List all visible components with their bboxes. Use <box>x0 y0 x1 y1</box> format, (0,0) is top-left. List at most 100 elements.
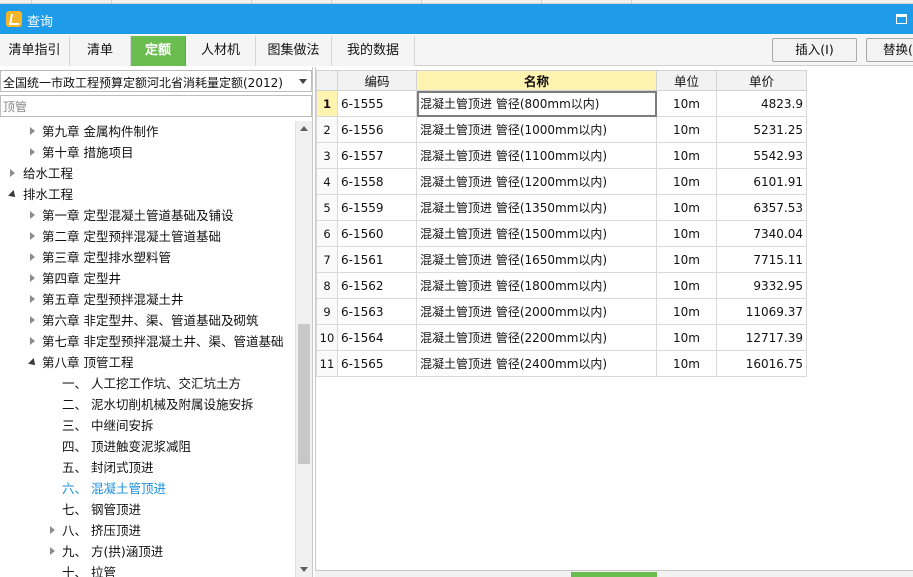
tree-item[interactable]: 二、 泥水切削机械及附属设施安拆 <box>0 394 294 415</box>
collapsed-triangle-icon[interactable] <box>28 226 38 247</box>
tab-bill[interactable]: 清单 <box>70 36 131 66</box>
collapsed-triangle-icon[interactable] <box>28 268 38 289</box>
code-cell[interactable]: 6-1561 <box>337 246 417 273</box>
unit-cell[interactable]: 10m <box>656 324 717 351</box>
chevron-down-icon[interactable] <box>299 79 307 84</box>
tree-item[interactable]: 五、 封闭式顶进 <box>0 457 294 478</box>
name-cell[interactable]: 混凝土管顶进 管径(1350mm以内) <box>416 194 657 221</box>
collapsed-triangle-icon[interactable] <box>48 520 58 541</box>
tree-item[interactable]: 八、 挤压顶进 <box>0 520 294 541</box>
code-header[interactable]: 编码 <box>337 70 417 91</box>
row-number-cell[interactable]: 1 <box>316 90 338 117</box>
name-cell[interactable]: 混凝土管顶进 管径(800mm以内) <box>416 90 657 117</box>
tree-item[interactable]: 第二章 定型预拌混凝土管道基础 <box>0 226 294 247</box>
table-row[interactable]: 11 6-1565 混凝土管顶进 管径(2400mm以内) 10m 16016.75 <box>316 350 807 377</box>
table-row[interactable]: 4 6-1558 混凝土管顶进 管径(1200mm以内) 10m 6101.91 <box>316 168 807 195</box>
search-field[interactable] <box>0 95 312 117</box>
collapsed-triangle-icon[interactable] <box>28 121 38 142</box>
table-row[interactable]: 9 6-1563 混凝土管顶进 管径(2000mm以内) 10m 11069.37 <box>316 298 807 325</box>
unit-cell[interactable]: 10m <box>656 90 717 117</box>
table-row[interactable]: 1 6-1555 混凝土管顶进 管径(800mm以内) 10m 4823.9 <box>316 90 807 117</box>
row-number-cell[interactable]: 6 <box>316 220 338 247</box>
code-cell[interactable]: 6-1559 <box>337 194 417 221</box>
collapsed-triangle-icon[interactable] <box>28 289 38 310</box>
row-number-cell[interactable]: 5 <box>316 194 338 221</box>
row-number-cell[interactable]: 3 <box>316 142 338 169</box>
name-cell[interactable]: 混凝土管顶进 管径(2200mm以内) <box>416 324 657 351</box>
table-row[interactable]: 8 6-1562 混凝土管顶进 管径(1800mm以内) 10m 9332.95 <box>316 272 807 299</box>
scroll-up-icon[interactable] <box>296 121 312 137</box>
tree-item[interactable]: 十、 拉管 <box>0 562 294 577</box>
code-cell[interactable]: 6-1563 <box>337 298 417 325</box>
collapsed-triangle-icon[interactable] <box>28 205 38 226</box>
tree-item[interactable]: 六、 混凝土管顶进 <box>0 478 294 499</box>
row-number-cell[interactable]: 2 <box>316 116 338 143</box>
search-input[interactable] <box>1 96 311 116</box>
collapsed-triangle-icon[interactable] <box>28 310 38 331</box>
tree-item[interactable]: 三、 中继间安拆 <box>0 415 294 436</box>
tree-item[interactable]: 第十章 措施项目 <box>0 142 294 163</box>
row-number-cell[interactable]: 11 <box>316 350 338 377</box>
table-row[interactable]: 5 6-1559 混凝土管顶进 管径(1350mm以内) 10m 6357.53 <box>316 194 807 221</box>
tab-atlas-method[interactable]: 图集做法 <box>256 36 332 66</box>
price-cell[interactable]: 11069.37 <box>716 298 807 325</box>
row-number-cell[interactable]: 8 <box>316 272 338 299</box>
tree-scrollbar[interactable] <box>295 121 312 577</box>
tree-item[interactable]: 四、 顶进触变泥浆减阻 <box>0 436 294 457</box>
row-number-cell[interactable]: 9 <box>316 298 338 325</box>
unit-cell[interactable]: 10m <box>656 350 717 377</box>
code-cell[interactable]: 6-1560 <box>337 220 417 247</box>
price-cell[interactable]: 7340.04 <box>716 220 807 247</box>
collapsed-triangle-icon[interactable] <box>8 163 18 184</box>
tree-item[interactable]: 第七章 非定型预拌混凝土井、渠、管道基础 <box>0 331 294 352</box>
unit-cell[interactable]: 10m <box>656 272 717 299</box>
tree-item[interactable]: 给水工程 <box>0 163 294 184</box>
tab-bill-guide[interactable]: 清单指引 <box>0 36 70 66</box>
name-header[interactable]: 名称 <box>416 70 657 91</box>
row-number-cell[interactable]: 4 <box>316 168 338 195</box>
maximize-icon[interactable] <box>896 14 907 24</box>
tree-item[interactable]: 一、 人工挖工作坑、交汇坑土方 <box>0 373 294 394</box>
code-cell[interactable]: 6-1558 <box>337 168 417 195</box>
tree-item[interactable]: 第四章 定型井 <box>0 268 294 289</box>
unit-header[interactable]: 单位 <box>656 70 717 91</box>
table-row[interactable]: 7 6-1561 混凝土管顶进 管径(1650mm以内) 10m 7715.11 <box>316 246 807 273</box>
scroll-down-icon[interactable] <box>296 561 312 577</box>
code-cell[interactable]: 6-1557 <box>337 142 417 169</box>
tree-item[interactable]: 第一章 定型混凝土管道基础及铺设 <box>0 205 294 226</box>
name-cell[interactable]: 混凝土管顶进 管径(1100mm以内) <box>416 142 657 169</box>
code-cell[interactable]: 6-1555 <box>337 90 417 117</box>
table-row[interactable]: 6 6-1560 混凝土管顶进 管径(1500mm以内) 10m 7340.04 <box>316 220 807 247</box>
name-cell[interactable]: 混凝土管顶进 管径(2000mm以内) <box>416 298 657 325</box>
collapsed-triangle-icon[interactable] <box>28 142 38 163</box>
tree-item[interactable]: 第五章 定型预拌混凝土井 <box>0 289 294 310</box>
price-cell[interactable]: 9332.95 <box>716 272 807 299</box>
price-cell[interactable]: 16016.75 <box>716 350 807 377</box>
quota-library-select[interactable]: 全国统一市政工程预算定额河北省消耗量定额(2012) <box>0 70 312 92</box>
price-cell[interactable]: 5542.93 <box>716 142 807 169</box>
code-cell[interactable]: 6-1562 <box>337 272 417 299</box>
unit-cell[interactable]: 10m <box>656 298 717 325</box>
price-cell[interactable]: 6357.53 <box>716 194 807 221</box>
price-cell[interactable]: 5231.25 <box>716 116 807 143</box>
collapsed-triangle-icon[interactable] <box>48 541 58 562</box>
scroll-thumb[interactable] <box>298 324 310 464</box>
code-cell[interactable]: 6-1556 <box>337 116 417 143</box>
row-number-cell[interactable]: 7 <box>316 246 338 273</box>
unit-cell[interactable]: 10m <box>656 220 717 247</box>
collapse-handle[interactable] <box>571 572 657 577</box>
unit-cell[interactable]: 10m <box>656 168 717 195</box>
code-cell[interactable]: 6-1564 <box>337 324 417 351</box>
expanded-triangle-icon[interactable] <box>28 352 38 373</box>
price-cell[interactable]: 7715.11 <box>716 246 807 273</box>
tree-item[interactable]: 第九章 金属构件制作 <box>0 121 294 142</box>
tree-item[interactable]: 七、 钢管顶进 <box>0 499 294 520</box>
tree-item[interactable]: 第六章 非定型井、渠、管道基础及砌筑 <box>0 310 294 331</box>
tree-item[interactable]: 第八章 顶管工程 <box>0 352 294 373</box>
price-cell[interactable]: 6101.91 <box>716 168 807 195</box>
tree-item[interactable]: 九、 方(拱)涵顶进 <box>0 541 294 562</box>
name-cell[interactable]: 混凝土管顶进 管径(2400mm以内) <box>416 350 657 377</box>
unit-cell[interactable]: 10m <box>656 116 717 143</box>
replace-button[interactable]: 替换( <box>866 38 913 62</box>
price-header[interactable]: 单价 <box>716 70 807 91</box>
